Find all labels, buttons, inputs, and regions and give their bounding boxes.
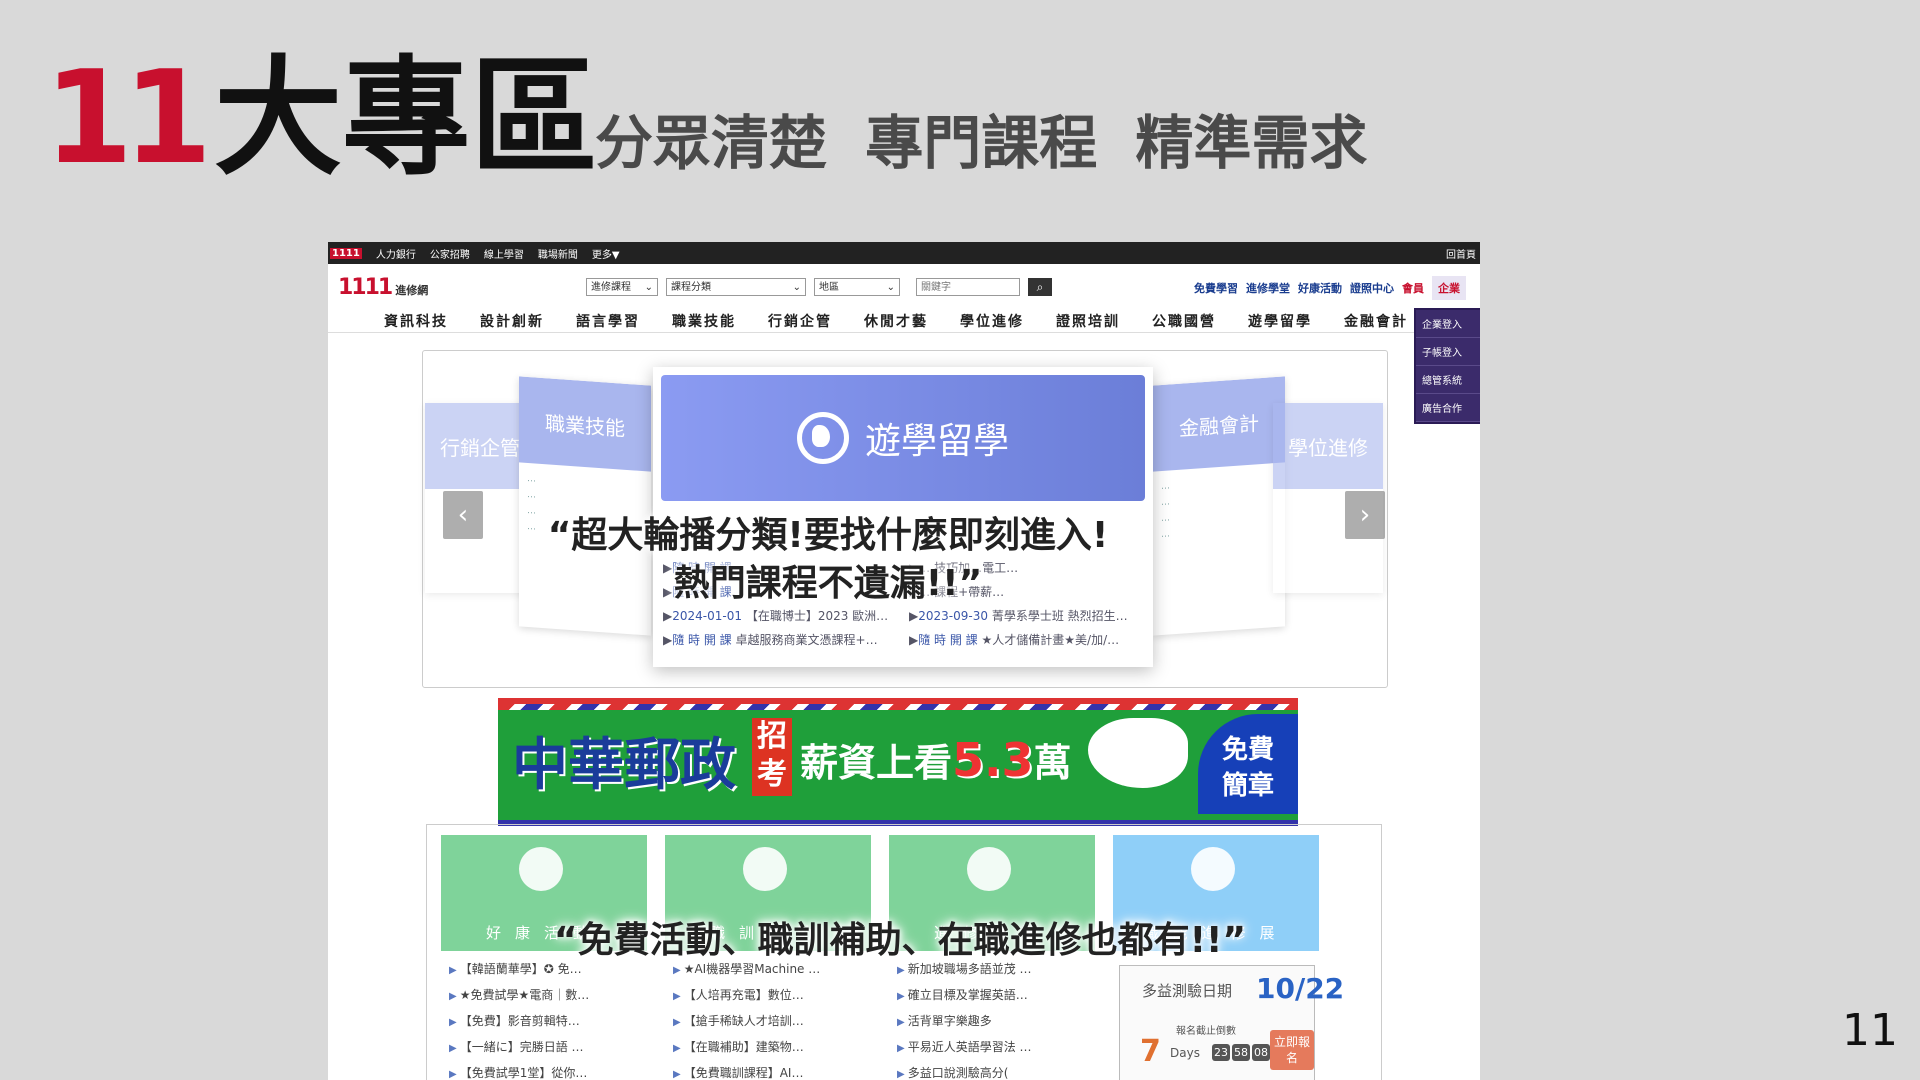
card-label: 職業技能 [519,376,651,472]
globe-icon [796,412,849,464]
award-icon [519,847,563,891]
list-item[interactable]: 【搶手稀缺人才培訓… [673,1009,863,1035]
list-item[interactable]: 【免費試學1堂】從你… [449,1061,639,1080]
nav-item[interactable]: 資訊科技 [384,311,480,331]
course-item[interactable]: ▶隨 時 開 課 ★人才儲備計畫★美/加/… [909,629,1143,651]
course-type-select[interactable]: 進修課程 ⌄ [586,278,658,296]
money-bag-icon [743,847,787,891]
banner-tag: 招考 [752,718,792,796]
banner-headline: 中華郵政 [512,733,736,798]
search-bar: 進修課程 ⌄ 課程分類 ⌄ 地區 ⌄ 關鍵字 ⌕ [586,278,1052,296]
topbar-more[interactable]: 更多▼ [592,246,620,261]
keyword-input[interactable]: 關鍵字 [916,278,1020,296]
deadline-label: 報名截止倒數 [1176,1026,1236,1037]
slide-subtitle: 分眾清楚 專門課程 精準需求 [595,109,1368,177]
top-bar: 1111 人力銀行 公家招聘 線上學習 職場新聞 更多▼ 回首頁 [328,242,1480,264]
nav-item[interactable]: 學位進修 [960,311,1056,331]
banner-salary: 薪資上看5.3萬 [800,733,1072,787]
carousel-card[interactable]: 金融會計 ………… [1153,376,1285,636]
dove-icon [1088,718,1188,788]
active-card-title: 遊學留學 [864,421,1009,462]
list-item[interactable]: 【一緒に】完勝日語 … [449,1035,639,1061]
nav-item[interactable]: 公職國營 [1152,311,1248,331]
list-item[interactable]: 【免費】影音剪輯特… [449,1009,639,1035]
active-card-header: 遊學留學 [661,375,1145,501]
days-label: Days [1170,1046,1200,1060]
logo-name: 進修網 [395,283,429,297]
list-item[interactable]: 多益口說測驗高分( [897,1061,1087,1080]
toeic-label: 多益測驗日期 [1142,982,1233,1000]
link-free-learning[interactable]: 免費學習 [1194,280,1238,296]
nav-item[interactable]: 證照培訓 [1056,311,1152,331]
free-brochure-button[interactable]: 免費 簡章 [1198,714,1298,814]
days-count: 7 [1140,1034,1161,1069]
course-item[interactable]: ▶2024-01-01 【在職博士】2023 歐洲… [663,605,897,627]
card-label: 金融會計 [1153,376,1285,472]
list-item[interactable]: 活背單字樂趣多 [897,1009,1087,1035]
postal-recruit-banner[interactable]: 中華郵政 招考 薪資上看5.3萬 免費 簡章 [498,698,1298,826]
cards-caption: “免費活動、職訓補助、在職進修也都有!!” [553,920,1247,961]
page-number: 11 [1842,1005,1898,1056]
topbar-link[interactable]: 職場新聞 [538,246,578,261]
course-item[interactable]: ▶2023-09-30 菁學系學士班 熱烈招生… [909,605,1143,627]
search-button[interactable]: ⌕ [1028,278,1052,296]
member-link[interactable]: 會員 [1402,280,1424,296]
nav-item[interactable]: 休閒才藝 [864,311,960,331]
topbar-link[interactable]: 人力銀行 [376,246,416,261]
enterprise-dropdown: 企業登入 子帳登入 總管系統 廣告合作 [1414,308,1480,424]
menu-item[interactable]: 總管系統 [1416,366,1480,394]
topbar-brand[interactable]: 1111 [330,247,362,259]
airmail-stripe [498,704,1298,710]
nav-item[interactable]: 職業技能 [672,311,768,331]
carousel-caption: “超大輪播分類!要找什麼即刻進入! 熱門課程不遺漏!!” [547,515,1109,604]
header-links: 免費學習 進修學堂 好康活動 證照中心 會員 企業 [1194,276,1466,300]
list-item[interactable]: 【免費職訓課程】AI… [673,1061,863,1080]
nav-item[interactable]: 設計創新 [480,311,576,331]
topbar-link[interactable]: 公家招聘 [430,246,470,261]
title-number: 11 [44,44,212,193]
logo-brand: 1111 [338,274,393,300]
site-logo[interactable]: 1111 進修網 [338,275,428,300]
region-select[interactable]: 地區 ⌄ [814,278,900,296]
menu-item[interactable]: 企業登入 [1416,310,1480,338]
site-header: 1111 進修網 進修課程 ⌄ 課程分類 ⌄ 地區 ⌄ 關鍵字 ⌕ 免費學習 進修學堂 … [328,264,1480,310]
toeic-date: 10/22 [1256,972,1345,1005]
nav-item[interactable]: 語言學習 [576,311,672,331]
slide-title: 11 大專區 [44,55,598,183]
register-button[interactable]: 立即報名 [1270,1030,1314,1070]
enterprise-button[interactable]: 企業 [1432,276,1466,300]
pen-icon [967,847,1011,891]
list-item[interactable]: ★免費試學★電商｜數… [449,983,639,1009]
list-item[interactable]: 【人培再充電】數位… [673,983,863,1009]
nav-item[interactable]: 遊學留學 [1248,311,1344,331]
topbar-link[interactable]: 線上學習 [484,246,524,261]
card-label: 學位進修 [1273,403,1383,489]
menu-item[interactable]: 子帳登入 [1416,338,1480,366]
people-icon [1191,847,1235,891]
carousel-prev-button[interactable]: ‹ [443,491,483,539]
carousel-next-button[interactable]: › [1345,491,1385,539]
title-main: 大專區 [214,44,599,193]
category-select[interactable]: 課程分類 ⌄ [666,278,806,296]
toeic-countdown: 多益測驗日期 10/22 報名截止倒數 7 Days 23 58 08 立即報名 [1119,965,1344,1080]
nav-item[interactable]: 行銷企管 [768,311,864,331]
list-item[interactable]: 確立目標及掌握英語… [897,983,1087,1009]
link-certificates[interactable]: 證照中心 [1350,280,1394,296]
link-study-hall[interactable]: 進修學堂 [1246,280,1290,296]
list-item[interactable]: 平易近人英語學習法 … [897,1035,1087,1061]
category-nav: 資訊科技 設計創新 語言學習 職業技能 行銷企管 休閒才藝 學位進修 證照培訓 … [328,310,1480,333]
course-item[interactable]: ▶隨 時 開 課 卓越服務商業文憑課程+… [663,629,897,651]
link-events[interactable]: 好康活動 [1298,280,1342,296]
menu-item[interactable]: 廣告合作 [1416,394,1480,422]
home-link[interactable]: 回首頁 [1446,246,1476,261]
countdown-timer: 23 58 08 [1212,1044,1270,1061]
list-item[interactable]: 【在職補助】建築物… [673,1035,863,1061]
